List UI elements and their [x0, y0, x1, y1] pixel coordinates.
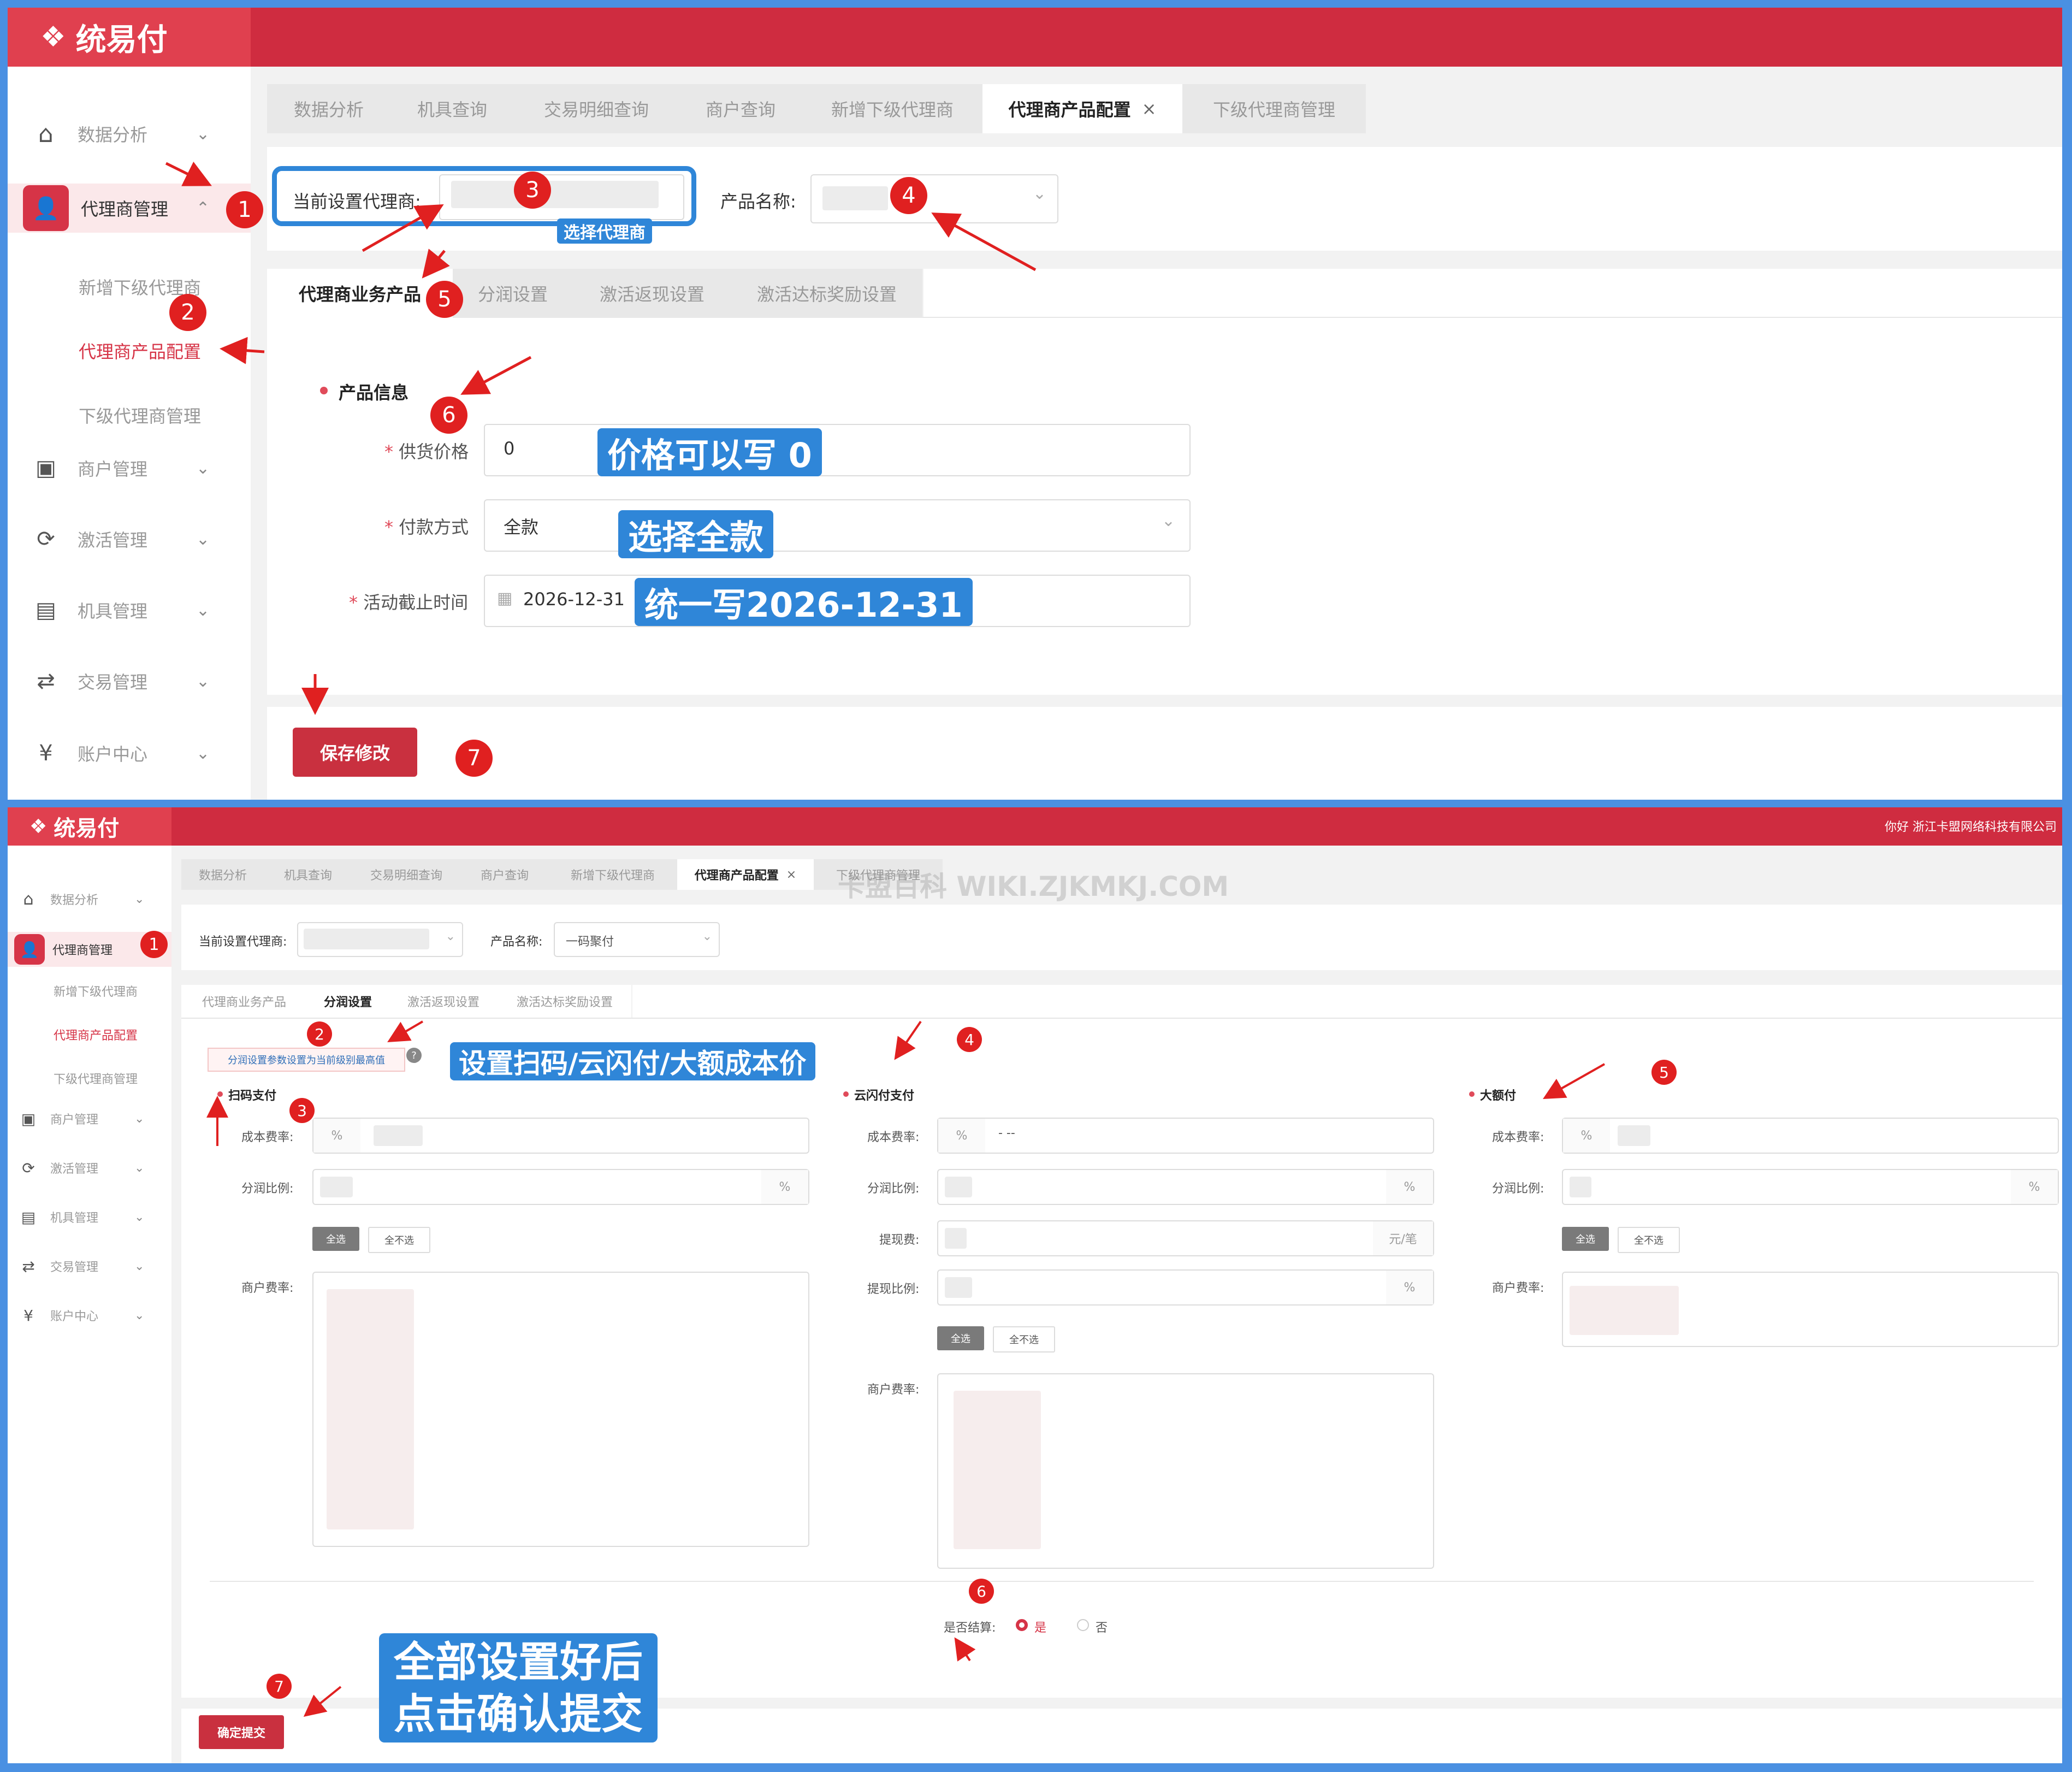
annotation-arrows: [206, 1020, 1605, 1717]
annotation-arrows: [165, 161, 1037, 715]
screenshot-panel-1: ❖ 统易付 ⌂ 数据分析 ⌄ 👤 代理商管理 ⌃ 新增下级代理商 代理商产品配置…: [8, 8, 2062, 800]
screenshot-panel-2: ❖ 统易付 你好 浙江卡盟网络科技有限公司 ⌂ 数据分析 ⌄ 👤 代理商管理 新…: [8, 807, 2062, 1763]
